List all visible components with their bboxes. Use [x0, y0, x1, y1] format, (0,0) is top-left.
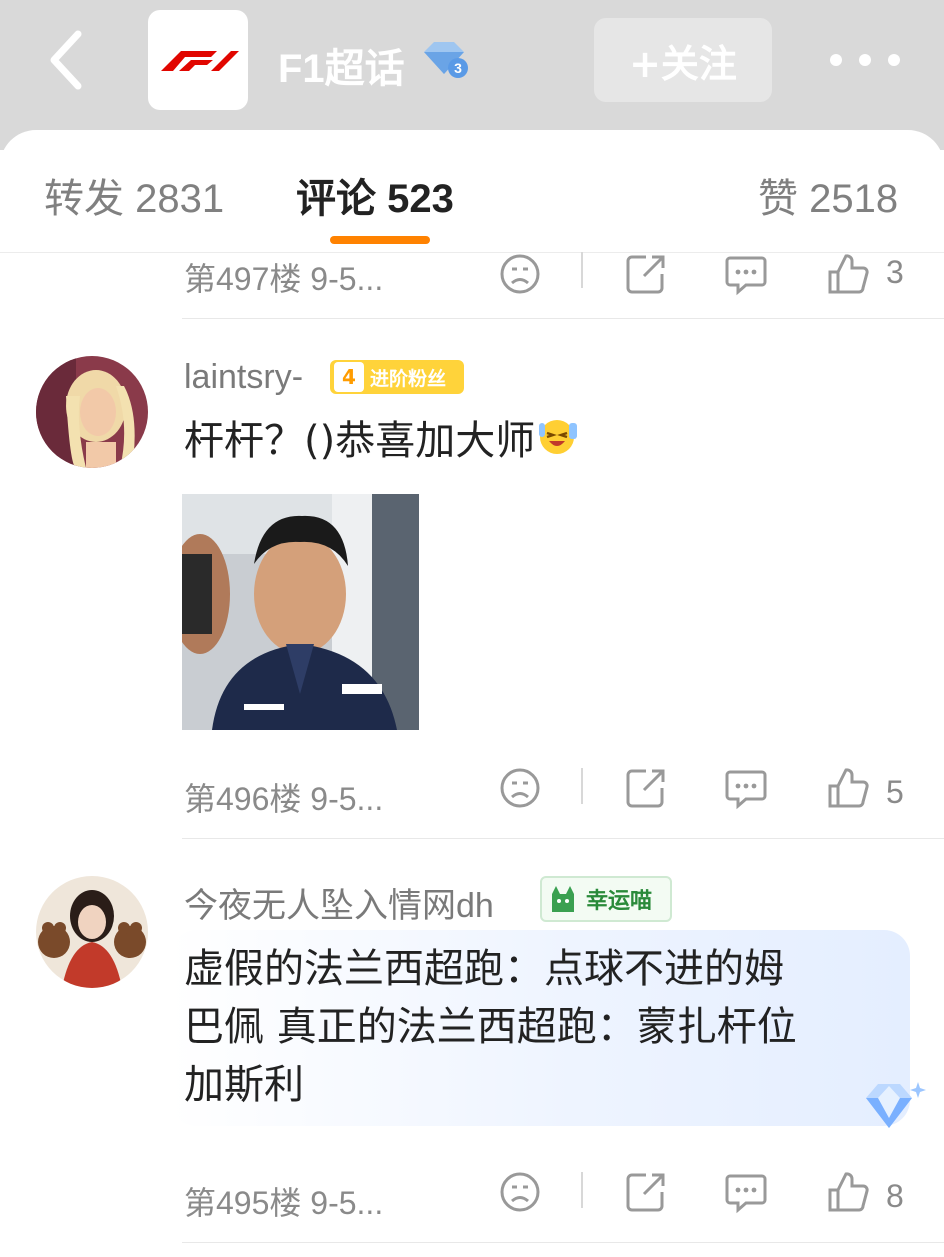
- repost-icon[interactable]: [624, 252, 668, 296]
- avatar[interactable]: [36, 356, 148, 468]
- username[interactable]: 今夜无人坠入情网dh: [184, 878, 494, 927]
- like-icon[interactable]: [826, 1170, 870, 1214]
- like-icon[interactable]: [826, 252, 870, 296]
- repost-icon[interactable]: [624, 1170, 668, 1214]
- divider: [581, 768, 583, 804]
- comment-text: 虚假的法兰西超跑：点球不进的姆 巴佩 真正的法兰西超跑：蒙扎杆位 加斯利: [184, 940, 797, 1114]
- comment-icon[interactable]: [724, 766, 768, 810]
- smiley-emoji: [537, 413, 581, 473]
- divider-line: [182, 318, 944, 319]
- floor-info: 第497楼 9-5...: [184, 261, 384, 297]
- comment-image[interactable]: [182, 494, 419, 730]
- comment-footer: 第495楼 9-5... 8: [0, 1170, 944, 1230]
- divider: [581, 1172, 583, 1208]
- dislike-icon[interactable]: [498, 1170, 542, 1214]
- fan-badge-label: 进阶粉丝: [370, 367, 447, 390]
- comment-text-content: 杆杆？()恭喜加大师: [184, 418, 536, 464]
- tab-repost[interactable]: 转发 2831: [44, 166, 224, 224]
- tab-comment[interactable]: 评论 523: [296, 166, 454, 224]
- repost-icon[interactable]: [624, 766, 668, 810]
- diamond-level-icon: 3: [420, 40, 470, 84]
- dislike-icon[interactable]: [498, 252, 542, 296]
- follow-button[interactable]: +关注: [594, 18, 772, 102]
- diamond-decoration-icon: [856, 1078, 926, 1142]
- like-icon[interactable]: [826, 766, 870, 810]
- top-bar: F1超话 3 +关注: [0, 0, 944, 150]
- cat-icon: [546, 882, 580, 916]
- comment-icon[interactable]: [724, 1170, 768, 1214]
- tab-like[interactable]: 赞 2518: [758, 166, 898, 224]
- comment-text-line: 虚假的法兰西超跑：点球不进的姆: [184, 946, 784, 992]
- comment-icon[interactable]: [724, 252, 768, 296]
- more-icon[interactable]: [830, 46, 900, 74]
- floor-info: 第496楼 9-5...: [184, 781, 384, 817]
- username[interactable]: laintsry-: [184, 358, 303, 397]
- active-tab-indicator: [330, 236, 430, 244]
- divider: [581, 252, 583, 288]
- dislike-icon[interactable]: [498, 766, 542, 810]
- divider-line: [182, 838, 944, 839]
- comment-text-line: 加斯利: [184, 1062, 304, 1108]
- like-count: 5: [886, 774, 904, 810]
- comment-footer: 第497楼 9-5... 3: [0, 252, 944, 312]
- avatar[interactable]: [36, 876, 148, 988]
- tab-bar: 转发 2831 评论 523 赞 2518: [0, 130, 944, 253]
- fan-badge: 4 进阶粉丝: [330, 360, 464, 394]
- fan-level: 4: [334, 362, 364, 392]
- level-number: 3: [454, 60, 462, 76]
- divider-line: [182, 1242, 944, 1243]
- back-icon[interactable]: [38, 30, 94, 90]
- f1-logo[interactable]: [148, 10, 248, 110]
- like-count: 8: [886, 1178, 904, 1214]
- floor-info: 第495楼 9-5...: [184, 1185, 384, 1221]
- comment-text-line: 巴佩 真正的法兰西超跑：蒙扎杆位: [184, 1004, 797, 1050]
- comment-text: 杆杆？()恭喜加大师: [184, 412, 581, 473]
- page-title: F1超话: [278, 47, 405, 91]
- comment-footer: 第496楼 9-5... 5: [0, 766, 944, 826]
- lucky-badge-label: 幸运喵: [586, 889, 653, 914]
- lucky-badge: 幸运喵: [540, 876, 672, 922]
- like-count: 3: [886, 254, 904, 290]
